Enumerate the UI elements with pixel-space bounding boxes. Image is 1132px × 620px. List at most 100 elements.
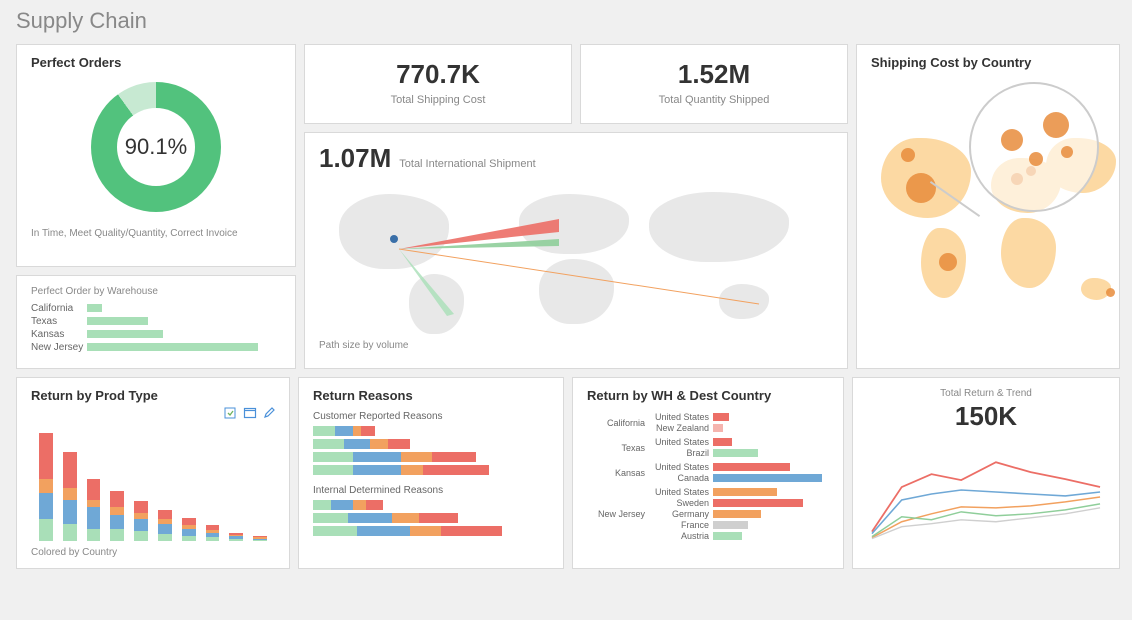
warehouse-row[interactable]: Kansas <box>31 329 281 340</box>
dest-row[interactable]: New Zealand <box>649 423 829 433</box>
stack-bar[interactable] <box>134 501 148 541</box>
kpi-qty-shipped-value: 1.52M <box>591 59 837 90</box>
reason-bar[interactable] <box>313 439 549 449</box>
export-icon[interactable] <box>223 406 237 420</box>
perfect-orders-value: 90.1% <box>125 134 187 160</box>
stack-segment <box>63 488 77 500</box>
warehouse-row[interactable]: New Jersey <box>31 342 281 353</box>
stack-segment <box>63 524 77 541</box>
reason-bar[interactable] <box>313 465 549 475</box>
warehouse-row[interactable]: Texas <box>31 316 281 327</box>
intl-shipment-value: 1.07M <box>319 143 391 174</box>
total-return-card: Total Return & Trend 150K <box>852 377 1120 569</box>
stack-segment <box>182 518 196 525</box>
dest-country-label: Germany <box>649 509 713 519</box>
reason-bar[interactable] <box>313 526 549 536</box>
dest-bar <box>713 521 748 529</box>
shipping-cost-map-title: Shipping Cost by Country <box>871 55 1105 70</box>
reason-segment <box>410 526 441 536</box>
stack-bar[interactable] <box>253 536 267 541</box>
dest-row[interactable]: United States <box>649 487 829 497</box>
warehouse-bar <box>87 343 258 351</box>
stack-bar[interactable] <box>229 533 243 541</box>
total-return-trend-chart[interactable] <box>867 442 1105 542</box>
wh-group: CaliforniaUnited StatesNew Zealand <box>587 411 829 434</box>
return-reasons-card: Return Reasons Customer Reported Reasons… <box>298 377 564 569</box>
reason-segment <box>313 426 335 436</box>
world-map[interactable] <box>871 78 1105 358</box>
flow-map[interactable] <box>319 184 833 334</box>
warehouse-card: Perfect Order by Warehouse CaliforniaTex… <box>16 275 296 369</box>
stack-segment <box>39 433 53 479</box>
kpi-qty-shipped-label: Total Quantity Shipped <box>591 94 837 106</box>
dest-row[interactable]: Canada <box>649 473 829 483</box>
return-by-prod-chart[interactable] <box>39 421 267 541</box>
return-reasons-title: Return Reasons <box>313 388 549 403</box>
warehouse-label: California <box>31 303 87 314</box>
warehouse-row[interactable]: California <box>31 303 281 314</box>
dest-bar <box>713 449 758 457</box>
internal-reasons-chart[interactable] <box>313 500 549 536</box>
reason-segment <box>392 513 418 523</box>
dest-row[interactable]: United States <box>649 437 829 447</box>
stack-segment <box>229 539 243 541</box>
reason-segment <box>344 439 370 449</box>
bubble-nz[interactable] <box>1106 288 1115 297</box>
stack-bar[interactable] <box>39 433 53 541</box>
stack-segment <box>158 534 172 541</box>
stack-segment <box>87 507 101 529</box>
stack-segment <box>182 529 196 536</box>
stack-bar[interactable] <box>158 510 172 541</box>
dest-row[interactable]: Sweden <box>649 498 829 508</box>
dest-bar <box>713 424 723 432</box>
stack-bar[interactable] <box>182 518 196 541</box>
bubble-canada[interactable] <box>901 148 915 162</box>
wh-group-label: New Jersey <box>587 486 649 542</box>
stack-segment <box>182 536 196 541</box>
reason-bar[interactable] <box>313 426 549 436</box>
dest-row[interactable]: Germany <box>649 509 829 519</box>
reason-segment <box>313 500 331 510</box>
warehouse-bar <box>87 330 163 338</box>
bubble-na[interactable] <box>906 173 936 203</box>
dest-row[interactable]: France <box>649 520 829 530</box>
kpi-shipping-cost-value: 770.7K <box>315 59 561 90</box>
return-by-prod-footer: Colored by Country <box>31 547 275 558</box>
stack-segment <box>63 500 77 524</box>
reason-segment <box>401 465 423 475</box>
perfect-orders-donut[interactable]: 90.1% <box>91 82 221 212</box>
dest-row[interactable]: United States <box>649 412 829 422</box>
maximize-icon[interactable] <box>243 406 257 420</box>
wh-group-label: Kansas <box>587 461 649 484</box>
dest-row[interactable]: Austria <box>649 531 829 541</box>
reason-segment <box>353 426 362 436</box>
dest-country-label: Canada <box>649 473 713 483</box>
stack-bar[interactable] <box>87 479 101 541</box>
reason-segment <box>423 465 489 475</box>
bubble-sa[interactable] <box>939 253 957 271</box>
stack-bar[interactable] <box>63 452 77 541</box>
dest-row[interactable]: Brazil <box>649 448 829 458</box>
reason-bar[interactable] <box>313 500 549 510</box>
return-by-prod-title: Return by Prod Type <box>31 388 275 403</box>
dest-country-label: United States <box>649 462 713 472</box>
reason-bar[interactable] <box>313 452 549 462</box>
reason-segment <box>353 452 401 462</box>
intl-shipment-label: Total International Shipment <box>399 158 535 170</box>
stack-segment <box>110 491 124 508</box>
return-by-wh-title: Return by WH & Dest Country <box>587 388 829 403</box>
return-by-wh-chart[interactable]: CaliforniaUnited StatesNew ZealandTexasU… <box>587 411 829 542</box>
stack-bar[interactable] <box>110 491 124 541</box>
return-reasons-sub2: Internal Determined Reasons <box>313 485 549 496</box>
dest-bar <box>713 474 822 482</box>
reason-bar[interactable] <box>313 513 549 523</box>
stack-bar[interactable] <box>206 525 220 541</box>
reason-segment <box>419 513 459 523</box>
edit-icon[interactable] <box>263 406 277 420</box>
customer-reasons-chart[interactable] <box>313 426 549 475</box>
map-zoom-lens[interactable] <box>969 82 1099 212</box>
reason-segment <box>432 452 476 462</box>
dest-row[interactable]: United States <box>649 462 829 472</box>
reason-segment <box>348 513 392 523</box>
warehouse-label: New Jersey <box>31 342 87 353</box>
